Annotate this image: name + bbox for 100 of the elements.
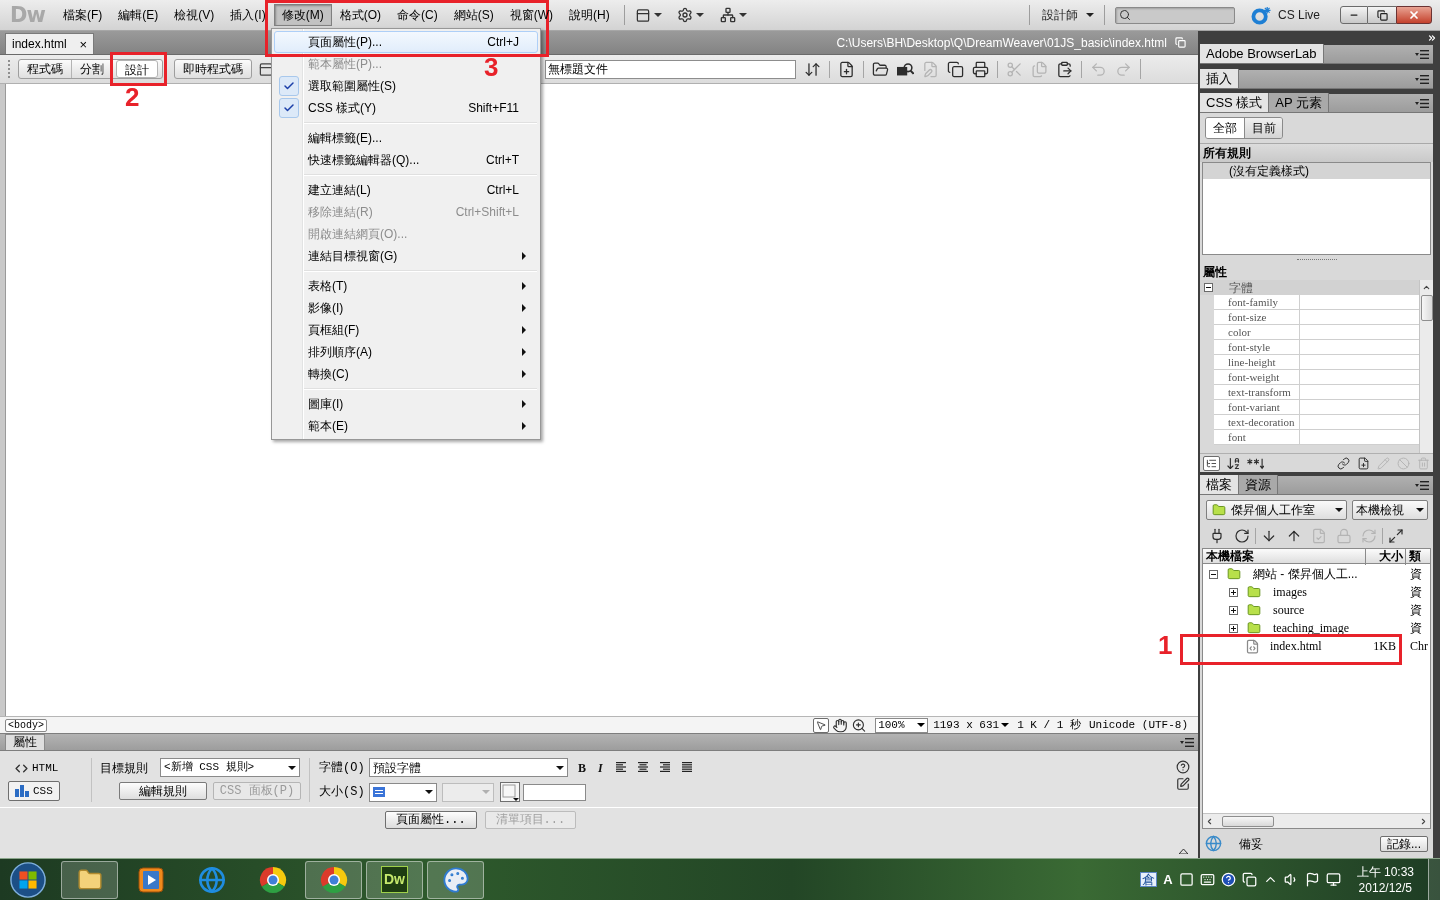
- panel-menu-icon[interactable]: [1180, 737, 1194, 747]
- property-value-field[interactable]: [1300, 355, 1419, 370]
- column-header[interactable]: 類: [1406, 549, 1430, 565]
- file-plus-icon[interactable]: [838, 60, 855, 78]
- live-code-button[interactable]: 即時程式碼: [174, 59, 252, 79]
- panel-tab[interactable]: 插入: [1200, 69, 1239, 88]
- maximize-arrows-icon[interactable]: [1388, 528, 1404, 544]
- window-stack-icon[interactable]: [1241, 872, 1257, 887]
- printer-icon[interactable]: [972, 60, 989, 78]
- expand-icon[interactable]: [1229, 587, 1238, 597]
- panel-menu-icon[interactable]: [1415, 49, 1429, 59]
- caret-icon[interactable]: [917, 723, 926, 727]
- property-value-field[interactable]: [1300, 430, 1419, 445]
- format-button[interactable]: I: [598, 761, 603, 774]
- property-value-field[interactable]: [1300, 385, 1419, 400]
- keyboard-icon[interactable]: [1199, 872, 1215, 887]
- copy-icon[interactable]: [947, 60, 964, 78]
- folder-name[interactable]: images: [1273, 585, 1307, 599]
- zoom-icon[interactable]: [851, 717, 868, 733]
- close-button[interactable]: [1396, 6, 1432, 24]
- vertical-scrollbar[interactable]: [1419, 280, 1433, 453]
- rule-item[interactable]: (沒有定義樣式): [1203, 163, 1430, 179]
- caret-icon[interactable]: [1085, 13, 1094, 17]
- menu-item[interactable]: 說明(H): [561, 4, 618, 26]
- box-magnifier-icon[interactable]: [897, 60, 914, 78]
- log-button[interactable]: 記錄...: [1380, 835, 1428, 852]
- hand-icon[interactable]: [832, 717, 849, 733]
- css-mode-tab[interactable]: 目前: [1244, 118, 1282, 138]
- menu-item[interactable]: 插入(I): [222, 4, 274, 26]
- caret-icon[interactable]: [653, 13, 662, 17]
- collapse-panels-icon[interactable]: [1427, 33, 1437, 43]
- search-field[interactable]: [1114, 6, 1235, 24]
- panel-tab[interactable]: 屬性: [5, 734, 45, 750]
- monitor-icon[interactable]: [1325, 872, 1341, 887]
- panel-menu-icon[interactable]: [1415, 98, 1429, 108]
- input-method-indicator[interactable]: A: [1163, 873, 1173, 886]
- menu-item[interactable]: 檔案(F): [55, 4, 111, 26]
- list-tree-icon[interactable]: [1203, 455, 1220, 471]
- scroll-left-icon[interactable]: [1205, 816, 1214, 826]
- html-mode-button[interactable]: HTML: [8, 758, 66, 778]
- close-tab-button[interactable]: ×: [79, 37, 87, 51]
- css-mode-tab[interactable]: 全部: [1206, 118, 1244, 138]
- expand-icon[interactable]: [1229, 605, 1238, 615]
- color-swatch-icon[interactable]: [500, 782, 520, 802]
- menu-item[interactable]: 頁面屬性(P)... Ctrl+J: [274, 31, 538, 53]
- pointer-icon[interactable]: [813, 717, 830, 733]
- folder-open-icon[interactable]: [872, 60, 889, 78]
- plug-icon[interactable]: [1209, 528, 1225, 544]
- property-value-field[interactable]: [1300, 415, 1419, 430]
- input-method-indicator[interactable]: 倉: [1140, 872, 1158, 887]
- view-tab[interactable]: 設計: [116, 60, 158, 78]
- panel-menu-icon[interactable]: [1415, 480, 1429, 490]
- css-mode-button[interactable]: CSS: [8, 781, 60, 801]
- collapse-icon[interactable]: [1204, 283, 1213, 292]
- flag-icon[interactable]: [1304, 872, 1320, 887]
- color-field[interactable]: [523, 783, 586, 801]
- taskbar-button[interactable]: [305, 860, 362, 899]
- folder-name[interactable]: teaching_image: [1273, 621, 1349, 635]
- help-icon[interactable]: [1176, 760, 1190, 774]
- zoom-select[interactable]: 100%: [875, 717, 929, 733]
- column-header[interactable]: 本機檔案: [1203, 549, 1366, 565]
- property-value-field[interactable]: [1300, 325, 1419, 340]
- caret-icon[interactable]: [556, 765, 564, 770]
- scrollbar-thumb[interactable]: [1222, 815, 1274, 827]
- panel-tab[interactable]: 檔案: [1200, 475, 1239, 494]
- menu-item[interactable]: 選取範圍屬性(S): [274, 75, 403, 97]
- refresh-icon[interactable]: [1234, 528, 1250, 544]
- size-select[interactable]: [369, 782, 437, 802]
- menu-item[interactable]: 檢視(V): [166, 4, 223, 26]
- clipboard-icon[interactable]: [1056, 60, 1073, 78]
- panel-tab[interactable]: CSS 樣式: [1200, 93, 1270, 112]
- caret-icon[interactable]: [695, 13, 704, 17]
- menu-item[interactable]: 轉換(C): [274, 363, 538, 385]
- caret-icon[interactable]: [1335, 507, 1343, 512]
- workspace-switcher[interactable]: 設計師: [1041, 6, 1094, 24]
- square-icon[interactable]: [1178, 872, 1194, 887]
- view-tab[interactable]: 分割: [71, 60, 112, 78]
- clock-date[interactable]: 2012/12/5: [1358, 879, 1412, 896]
- expand-icon[interactable]: [1229, 623, 1238, 633]
- column-header[interactable]: 大小: [1366, 549, 1406, 565]
- start-button[interactable]: [7, 859, 49, 900]
- menu-item[interactable]: 編輯標籤(E)...: [274, 127, 389, 149]
- align-justify-icon[interactable]: [680, 762, 693, 773]
- align-center-icon[interactable]: [636, 762, 649, 773]
- menu-item[interactable]: 格式(O): [331, 4, 389, 26]
- menu-item[interactable]: 表格(T): [274, 275, 538, 297]
- menu-item[interactable]: 編輯(E): [110, 4, 167, 26]
- scroll-up-icon[interactable]: [1422, 283, 1431, 292]
- menu-item[interactable]: 網站(S): [445, 4, 502, 26]
- panel-tab[interactable]: Adobe BrowserLab: [1200, 44, 1324, 63]
- menu-item[interactable]: CSS 樣式(Y) Shift+F11: [274, 97, 538, 119]
- window-size[interactable]: 1193 x 631: [933, 716, 1000, 734]
- property-value-field[interactable]: [1300, 340, 1419, 355]
- caret-icon[interactable]: [425, 790, 433, 794]
- sitemap-icon[interactable]: [719, 7, 736, 23]
- minimize-button[interactable]: [1340, 6, 1368, 24]
- menu-item[interactable]: 頁框組(F): [274, 319, 538, 341]
- title-field[interactable]: 無標題文件: [545, 59, 796, 79]
- window-icon[interactable]: [258, 61, 274, 77]
- property-value-field[interactable]: [1300, 310, 1419, 325]
